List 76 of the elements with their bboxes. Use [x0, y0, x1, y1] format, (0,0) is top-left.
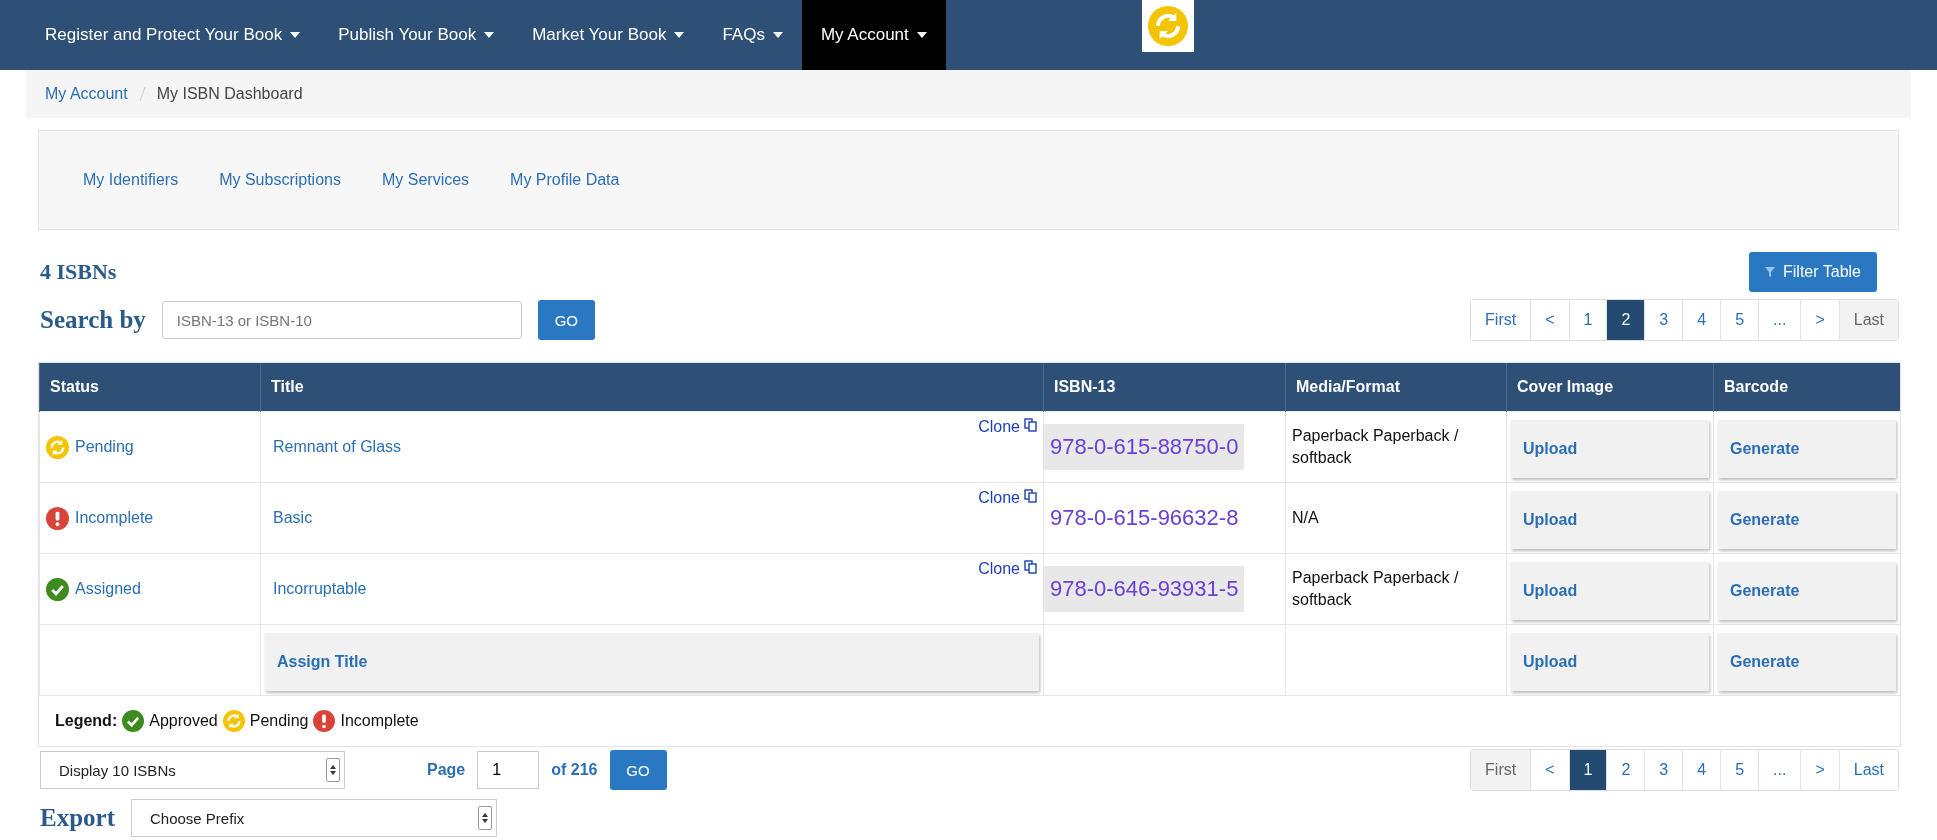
page-link[interactable]: 1 [1568, 750, 1607, 790]
sync-icon [1141, 0, 1194, 52]
page-total: of 216 [551, 761, 598, 779]
page-number-field[interactable]: 1 [477, 751, 540, 789]
subnav-link[interactable]: My Identifiers [83, 171, 179, 189]
page-link[interactable]: Last [1838, 750, 1898, 790]
title-link[interactable]: Remnant of Glass [273, 438, 402, 455]
title-link[interactable]: Basic [273, 509, 313, 526]
subnav-link[interactable]: My Subscriptions [219, 171, 341, 189]
export-label: Export [40, 804, 115, 832]
search-label: Search by [40, 306, 146, 334]
nav-menu-item[interactable]: My Account [801, 0, 946, 70]
isbn-count-heading: 4 ISBNs [40, 259, 117, 285]
copy-icon [1024, 418, 1037, 432]
subnav-link[interactable]: My Services [381, 171, 470, 189]
upload-button[interactable]: Upload [1511, 633, 1709, 691]
filter-table-button[interactable]: Filter Table [1749, 252, 1877, 292]
clone-link[interactable]: Clone [978, 418, 1037, 436]
clone-link[interactable]: Clone [978, 489, 1037, 507]
column-header: Title [260, 363, 1044, 412]
isbn-number: 978-0-646-93931-5 [1044, 566, 1245, 612]
warning-icon [313, 710, 336, 732]
column-header: Cover Image [1506, 363, 1714, 412]
column-header: Status [39, 363, 261, 412]
status-link[interactable]: Incomplete [75, 509, 154, 527]
caret-icon [674, 32, 685, 38]
generate-button[interactable]: Generate [1718, 491, 1896, 549]
breadcrumb-current: My ISBN Dashboard [156, 85, 303, 103]
upload-button[interactable]: Upload [1511, 420, 1709, 478]
pending-icon [222, 710, 245, 732]
caret-icon [916, 32, 927, 38]
nav-menu-item[interactable]: Publish Your Book [319, 0, 514, 70]
table-cell-text: Paperback Paperback / softback [1292, 567, 1460, 610]
check-icon [46, 577, 69, 601]
copy-icon [1024, 560, 1037, 574]
caret-icon [290, 32, 301, 38]
check-icon [122, 710, 145, 732]
table-cell-text: N/A [1292, 507, 1320, 528]
search-field[interactable]: ISBN-13 or ISBN-10 [161, 301, 522, 339]
upload-button[interactable]: Upload [1511, 491, 1709, 549]
page-label: Page [427, 761, 466, 779]
status-link[interactable]: Assigned [75, 580, 141, 598]
go-button[interactable]: GO [537, 300, 595, 340]
subnav-link[interactable]: My Profile Data [510, 171, 620, 189]
column-header: ISBN-13 [1043, 363, 1286, 412]
generate-button[interactable]: Generate [1718, 562, 1896, 620]
nav-menu-item[interactable]: Register and Protect Your Book [26, 0, 320, 70]
prefix-dropdown[interactable]: Choose Prefix [131, 799, 497, 837]
isbn-number: 978-0-615-96632-8 [1049, 504, 1240, 532]
page-link[interactable]: 2 [1606, 300, 1645, 340]
column-header: Barcode [1713, 363, 1900, 412]
legend-label: Legend: [55, 712, 118, 730]
assign-title-button[interactable]: Assign Title [265, 633, 1039, 691]
generate-button[interactable]: Generate [1718, 633, 1896, 691]
filter-icon [1765, 267, 1776, 277]
breadcrumb-link[interactable]: My Account [45, 85, 128, 103]
upload-button[interactable]: Upload [1511, 562, 1709, 620]
nav-menu-item[interactable]: FAQs [703, 0, 802, 70]
caret-icon [772, 32, 783, 38]
column-header: Media/Format [1285, 363, 1507, 412]
status-link[interactable]: Pending [75, 438, 134, 456]
nav-menu-item[interactable]: Market Your Book [513, 0, 704, 70]
title-link[interactable]: Incorruptable [273, 580, 367, 597]
table-cell-text: Paperback Paperback / softback [1292, 425, 1460, 468]
legend-item-label: Pending [249, 712, 309, 730]
legend-item-label: Incomplete [340, 712, 419, 730]
pending-icon [46, 435, 69, 459]
copy-icon [1024, 489, 1037, 503]
legend-item-label: Approved [149, 712, 218, 730]
isbn-number: 978-0-615-88750-0 [1044, 424, 1245, 470]
warning-icon [46, 506, 69, 530]
go-button[interactable]: GO [609, 750, 667, 790]
clone-link[interactable]: Clone [978, 560, 1037, 578]
display-count-dropdown[interactable]: Display 10 ISBNs [40, 751, 345, 789]
caret-icon [484, 32, 495, 38]
generate-button[interactable]: Generate [1718, 420, 1896, 478]
